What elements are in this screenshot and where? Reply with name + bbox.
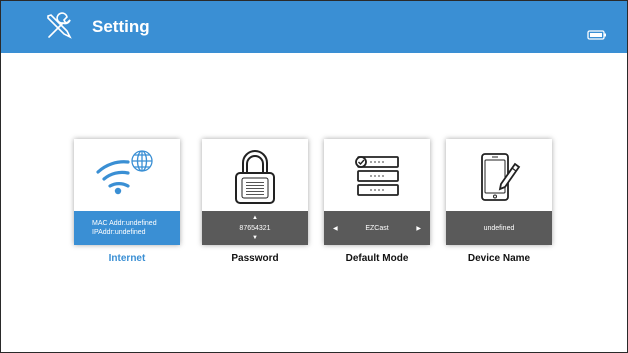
header-bar: Setting	[1, 1, 627, 53]
internet-card[interactable]: MAC Addr:undefined IPAddr:undefined	[74, 139, 180, 245]
tools-icon	[47, 12, 72, 39]
list-icon	[355, 156, 399, 196]
wifi-globe-icon	[96, 150, 153, 195]
default-mode-value: EZCast	[365, 224, 389, 232]
password-card[interactable]: ▲ 87654321 ▼	[202, 139, 308, 245]
phone-edit-icon	[481, 153, 521, 201]
battery-icon	[587, 30, 606, 40]
up-arrow-icon[interactable]: ▲	[252, 215, 258, 221]
default-mode-card[interactable]: ◀ EZCast ▶	[324, 139, 430, 245]
internet-label: Internet	[108, 253, 146, 264]
mac-address-text: MAC Addr:undefined	[92, 220, 157, 227]
default-mode-value-bar: ◀ EZCast ▶	[324, 211, 430, 245]
lock-icon	[235, 150, 275, 204]
device-name-label: Device Name	[467, 253, 531, 264]
left-arrow-icon[interactable]: ◀	[333, 225, 338, 232]
default-mode-label: Default Mode	[345, 253, 409, 264]
ip-address-text: IPAddr:undefined	[92, 229, 146, 236]
internet-info-bar: MAC Addr:undefined IPAddr:undefined	[74, 211, 180, 245]
down-arrow-icon[interactable]: ▼	[252, 235, 258, 241]
password-label: Password	[231, 253, 279, 264]
device-name-value: undefined	[483, 224, 515, 232]
page-title: Setting	[92, 17, 150, 36]
device-name-card[interactable]: undefined	[446, 139, 552, 245]
right-arrow-icon[interactable]: ▶	[416, 225, 421, 232]
password-value: 87654321	[239, 224, 271, 232]
password-value-bar: ▲ 87654321 ▼	[202, 211, 308, 245]
device-name-value-bar: undefined	[446, 211, 552, 245]
